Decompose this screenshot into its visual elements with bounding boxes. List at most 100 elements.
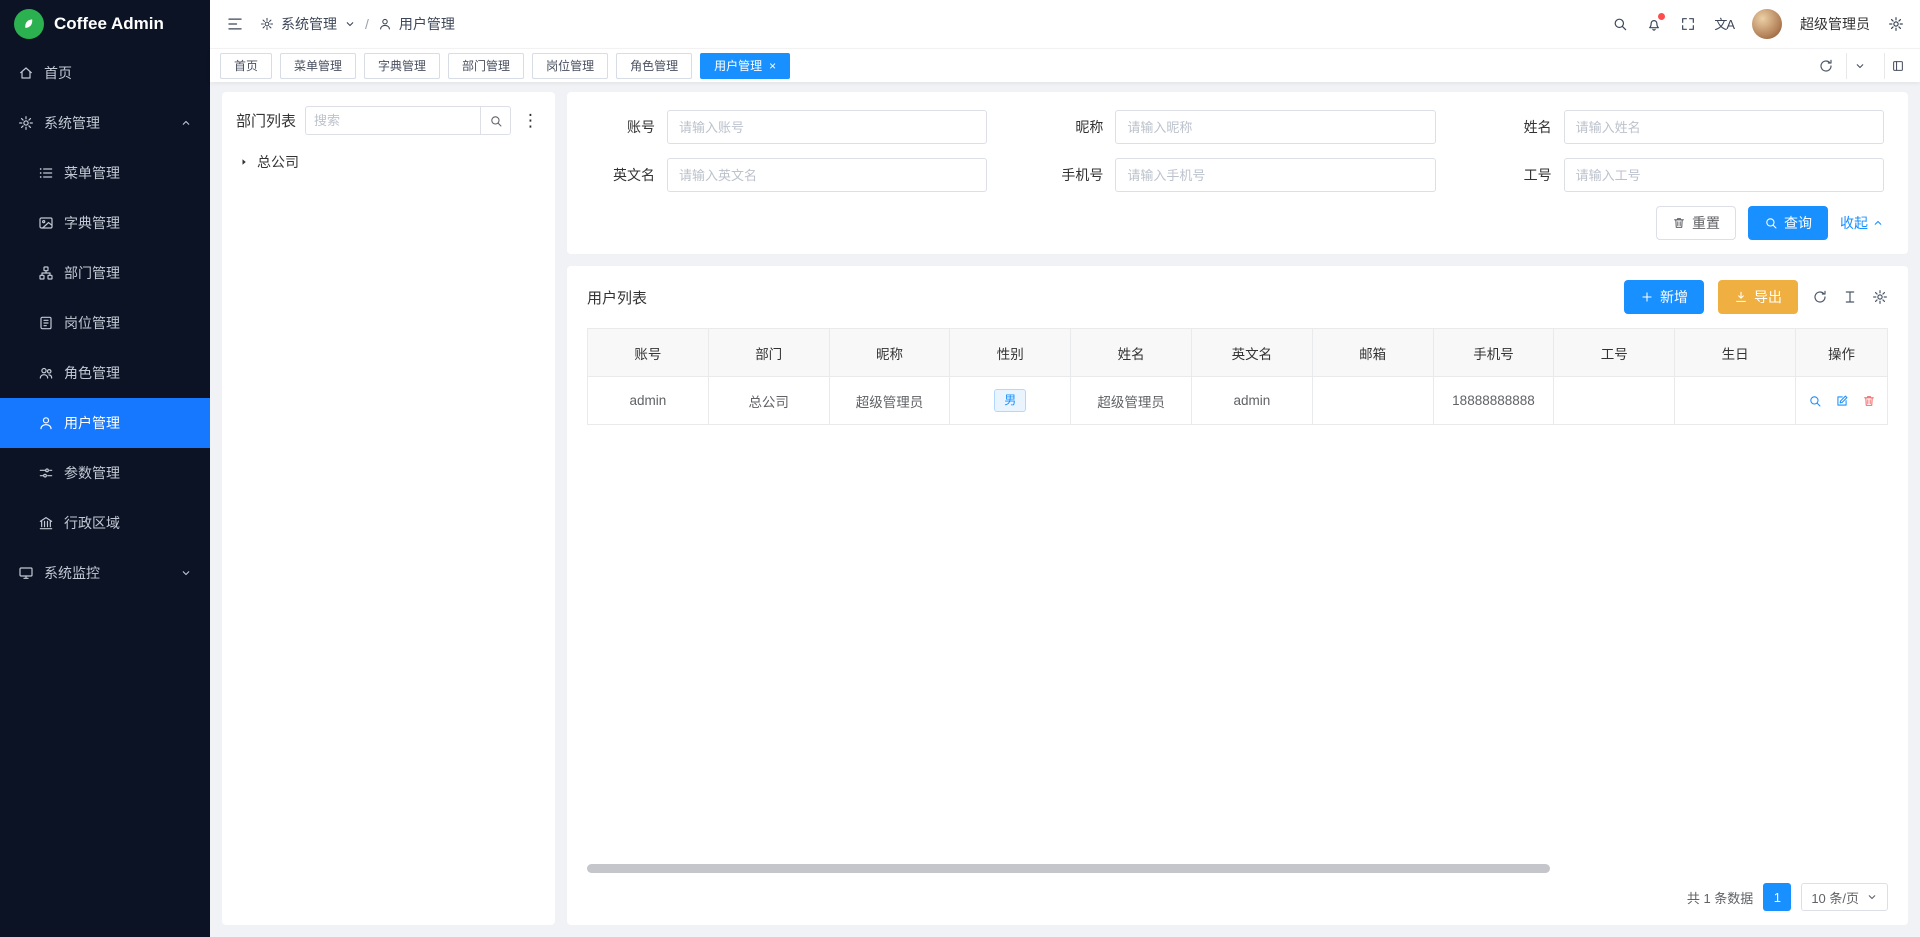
search-button[interactable]: 查询 [1748,206,1828,240]
chevron-down-icon [180,567,192,579]
column-header: 工号 [1554,329,1675,377]
collapse-sidebar-icon[interactable] [226,15,244,33]
more-options-icon[interactable]: ⋮ [520,112,541,129]
sidebar-item-home[interactable]: 首页 [0,48,210,98]
collapse-filters-link[interactable]: 收起 [1840,213,1884,233]
tab-post-mgmt[interactable]: 岗位管理 [532,53,608,79]
total-count-text: 共 1 条数据 [1687,888,1753,907]
sidebar-item-dept-mgmt[interactable]: 部门管理 [0,248,210,298]
add-user-button[interactable]: 新增 [1624,280,1704,314]
sidebar-item-menu-mgmt[interactable]: 菜单管理 [0,148,210,198]
sidebar-group-label: 系统监控 [44,563,170,583]
column-settings-gear-icon[interactable] [1872,289,1888,305]
account-input[interactable] [667,110,987,144]
density-icon[interactable] [1842,289,1858,305]
work-no-input[interactable] [1564,158,1884,192]
sidebar-item-label: 参数管理 [64,463,192,483]
tree-node-head-office[interactable]: 总公司 [236,147,541,177]
department-search-button[interactable] [480,106,511,135]
fullscreen-icon[interactable] [1680,16,1696,32]
notifications-bell-icon[interactable] [1646,16,1662,32]
department-search-input[interactable] [305,106,480,135]
table-row[interactable]: admin 总公司 超级管理员 男 超级管理员 admin 1888888888… [588,377,1888,425]
field-label: 工号 [1488,165,1552,185]
filter-field-name: 姓名 [1488,110,1884,144]
page-number-button[interactable]: 1 [1763,883,1791,911]
cell-phone: 18888888888 [1433,377,1554,425]
export-button[interactable]: 导出 [1718,280,1798,314]
filter-card: 账号 昵称 姓名 英文名 [567,92,1908,254]
reset-button-label: 重置 [1692,213,1720,233]
user-table-title: 用户列表 [587,287,647,308]
person-icon [38,415,54,431]
refresh-icon[interactable] [1818,58,1834,74]
search-icon[interactable] [1612,16,1628,32]
field-label: 姓名 [1488,117,1552,137]
sidebar-item-param-mgmt[interactable]: 参数管理 [0,448,210,498]
scrollbar-thumb[interactable] [587,864,1550,873]
search-button-label: 查询 [1784,213,1812,233]
table-header-row: 账号 部门 昵称 性别 姓名 英文名 邮箱 手机号 工号 生日 操作 [588,329,1888,377]
main-area: 系统管理 / 用户管理 文A 超级管理员 [210,0,1920,937]
tab-home[interactable]: 首页 [220,53,272,79]
tab-dict-mgmt[interactable]: 字典管理 [364,53,440,79]
refresh-icon[interactable] [1812,289,1828,305]
column-header: 姓名 [1071,329,1192,377]
sidebar-menu: 首页 系统管理 菜单管理 字典管理 部门管理 [0,48,210,937]
topbar: 系统管理 / 用户管理 文A 超级管理员 [210,0,1920,48]
phone-input[interactable] [1115,158,1435,192]
breadcrumb-parent[interactable]: 系统管理 [281,14,337,34]
sidebar-item-user-mgmt[interactable]: 用户管理 [0,398,210,448]
user-name[interactable]: 超级管理员 [1800,14,1870,34]
column-header: 邮箱 [1312,329,1433,377]
horizontal-scrollbar[interactable] [587,864,1888,873]
tab-actions-chevron-down-icon[interactable] [1846,53,1872,79]
sidebar-item-region-mgmt[interactable]: 行政区域 [0,498,210,548]
tab-role-mgmt[interactable]: 角色管理 [616,53,692,79]
user-avatar[interactable] [1752,9,1782,39]
export-button-label: 导出 [1754,287,1782,307]
name-input[interactable] [1564,110,1884,144]
column-header: 账号 [588,329,709,377]
translate-icon[interactable]: 文A [1714,18,1734,31]
page-size-select[interactable]: 10 条/页 [1801,883,1888,911]
tab-dept-mgmt[interactable]: 部门管理 [448,53,524,79]
column-header: 昵称 [829,329,950,377]
column-header: 英文名 [1191,329,1312,377]
page-content: 部门列表 ⋮ 总公司 [210,82,1920,937]
department-panel: 部门列表 ⋮ 总公司 [222,92,555,925]
sliders-icon [38,465,54,481]
user-table-card: 用户列表 新增 导出 [567,266,1908,925]
delete-trash-icon[interactable] [1862,394,1876,408]
sidebar-item-dict-mgmt[interactable]: 字典管理 [0,198,210,248]
sidebar-item-label: 用户管理 [64,413,192,433]
nickname-input[interactable] [1115,110,1435,144]
sidebar: Coffee Admin 首页 系统管理 菜单管理 字典管理 [0,0,210,937]
sidebar-item-label: 角色管理 [64,363,192,383]
sidebar-item-label: 部门管理 [64,263,192,283]
collapse-label: 收起 [1840,213,1868,233]
column-header: 生日 [1675,329,1796,377]
gear-icon [18,115,34,131]
filter-field-phone: 手机号 [1039,158,1435,192]
view-icon[interactable] [1808,394,1822,408]
english-name-input[interactable] [667,158,987,192]
filter-field-account: 账号 [591,110,987,144]
tab-user-mgmt[interactable]: 用户管理 × [700,53,790,79]
reset-button[interactable]: 重置 [1656,206,1736,240]
sidebar-item-role-mgmt[interactable]: 角色管理 [0,348,210,398]
sidebar-item-label: 首页 [44,63,192,83]
close-icon[interactable]: × [769,60,776,72]
settings-gear-icon[interactable] [1888,16,1904,32]
sidebar-item-label: 字典管理 [64,213,192,233]
field-label: 英文名 [591,165,655,185]
tab-menu-mgmt[interactable]: 菜单管理 [280,53,356,79]
sidebar-group-monitor[interactable]: 系统监控 [0,548,210,598]
layout-icon[interactable] [1884,53,1910,79]
sidebar-item-post-mgmt[interactable]: 岗位管理 [0,298,210,348]
cell-english-name: admin [1191,377,1312,425]
edit-icon[interactable] [1835,394,1849,408]
cell-work-no [1554,377,1675,425]
sidebar-group-system[interactable]: 系统管理 [0,98,210,148]
cell-nickname: 超级管理员 [829,377,950,425]
